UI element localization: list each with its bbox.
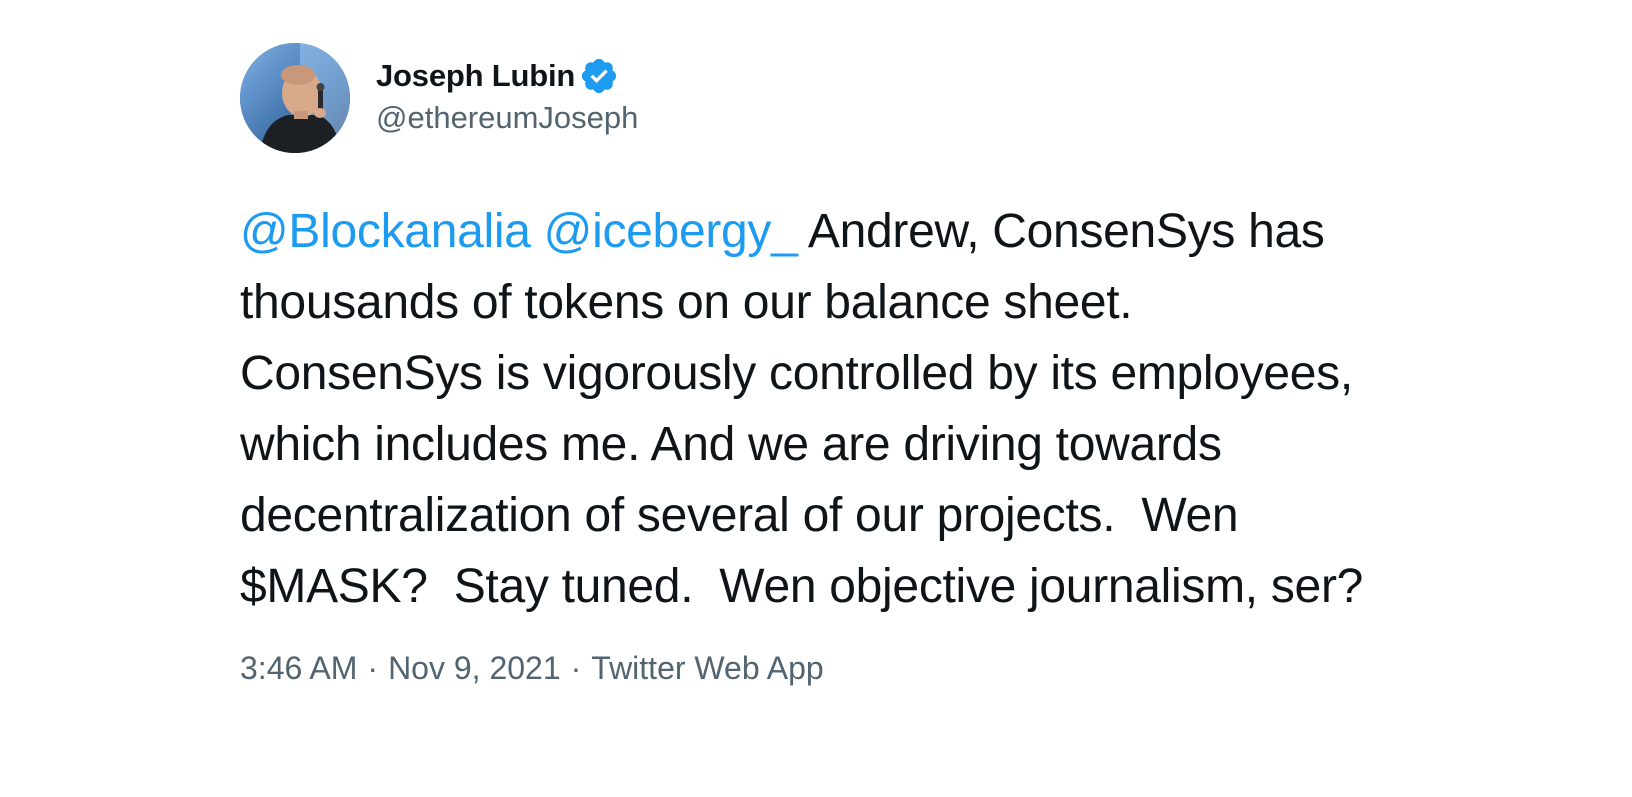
tweet-text: @Blockanalia @icebergy_ Andrew, ConsenSy… [240, 196, 1370, 622]
display-name-row: Joseph Lubin [376, 56, 638, 96]
tweet-date[interactable]: Nov 9, 2021 [388, 650, 561, 687]
mention-link-blockanalia[interactable]: @Blockanalia [240, 205, 531, 258]
author-names: Joseph Lubin @ethereumJoseph [376, 56, 638, 136]
tweet-time[interactable]: 3:46 AM [240, 650, 357, 687]
tweet-card: Joseph Lubin @ethereumJoseph @Blockanali… [240, 42, 1370, 687]
tweet-meta: 3:46 AM · Nov 9, 2021 · Twitter Web App [240, 650, 1370, 687]
mention-link-icebergy[interactable]: @icebergy_ [544, 205, 798, 258]
verified-badge-icon [582, 58, 617, 94]
tweet-author: Joseph Lubin @ethereumJoseph [240, 42, 1370, 154]
meta-separator: · [367, 650, 379, 686]
user-handle[interactable]: @ethereumJoseph [376, 100, 638, 136]
meta-separator: · [570, 650, 582, 686]
tweet-source[interactable]: Twitter Web App [591, 650, 823, 687]
avatar-photo [240, 43, 350, 153]
avatar[interactable] [240, 43, 350, 153]
tweet-body: Andrew, ConsenSys has thousands of token… [240, 205, 1366, 613]
display-name[interactable]: Joseph Lubin [376, 58, 575, 94]
